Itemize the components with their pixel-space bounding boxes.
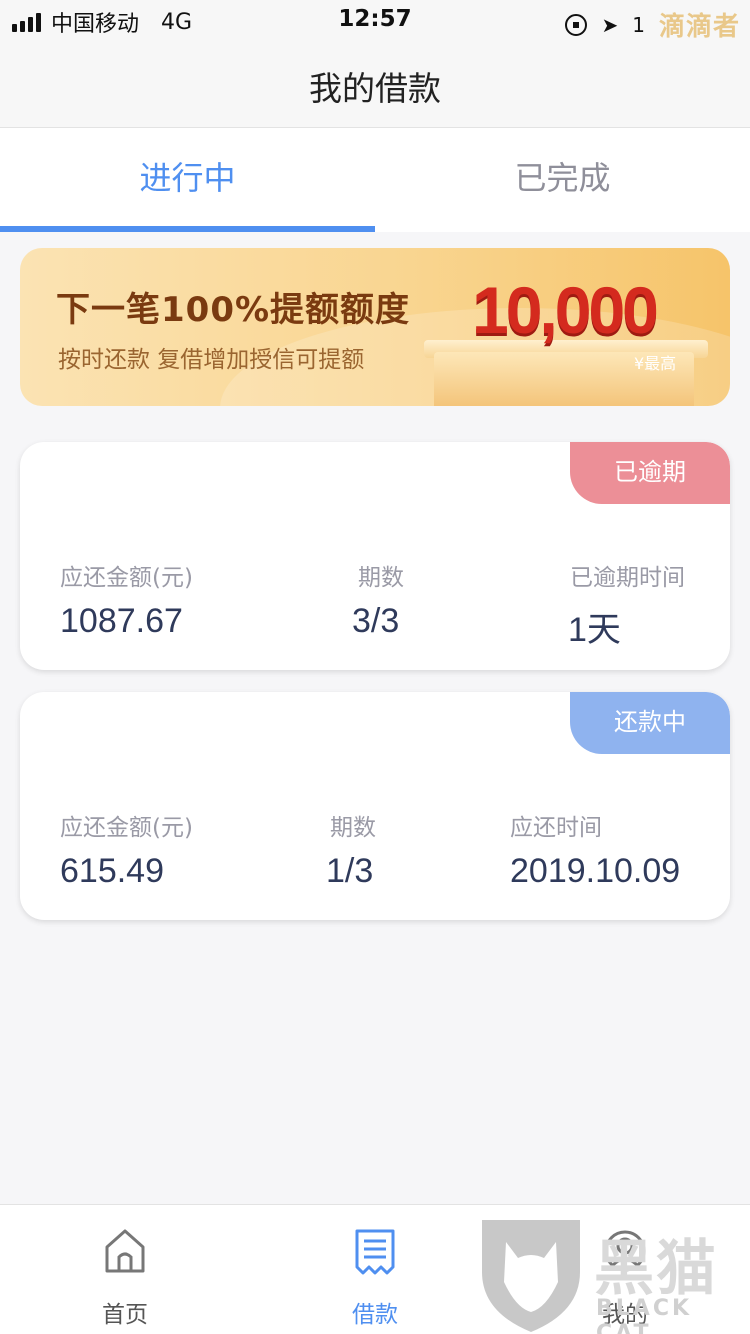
tab-indicator bbox=[0, 226, 375, 232]
overdue-time-label: 已逾期时间 bbox=[570, 565, 685, 591]
banner-subtitle: 按时还款 复借增加授信可提额 bbox=[58, 347, 365, 373]
page: 中国移动 4G 12:57 ➤ 1 滴滴者 我的借款 进行中 已完成 下一笔10… bbox=[0, 0, 750, 1334]
watermark-top: 滴滴者 bbox=[658, 12, 740, 42]
tab-in-progress[interactable]: 进行中 bbox=[0, 128, 375, 232]
black-cat-watermark: 黑猫 BLACK CAT bbox=[476, 1212, 750, 1334]
banner-amount: 10,000 bbox=[472, 273, 659, 347]
watermark-text: 黑猫 bbox=[594, 1234, 718, 1304]
status-right: ➤ 1 滴滴者 bbox=[565, 6, 740, 43]
battery-percent: 1 bbox=[632, 12, 645, 37]
amount-value: 1087.67 bbox=[60, 602, 183, 640]
tabbar-label-loans: 借款 bbox=[352, 1302, 398, 1328]
period-value: 3/3 bbox=[352, 602, 400, 640]
amount-value: 615.49 bbox=[60, 852, 164, 890]
promo-banner[interactable]: 下一笔100%提额额度 按时还款 复借增加授信可提额 10,000 ¥最高 bbox=[20, 248, 730, 406]
loan-card[interactable]: 已逾期 应还金额(元) 1087.67 期数 3/3 已逾期时间 1天 bbox=[20, 442, 730, 670]
amount-label: 应还金额(元) bbox=[60, 565, 193, 591]
banner-note: ¥最高 bbox=[634, 354, 677, 373]
loan-card[interactable]: 还款中 应还金额(元) 615.49 期数 1/3 应还时间 2019.10.0… bbox=[20, 692, 730, 920]
tab-completed[interactable]: 已完成 bbox=[375, 128, 750, 232]
bill-icon bbox=[355, 1229, 395, 1275]
due-date-value: 2019.10.09 bbox=[510, 852, 681, 890]
status-badge: 还款中 bbox=[570, 692, 730, 754]
period-label: 期数 bbox=[330, 815, 376, 841]
page-title: 我的借款 bbox=[309, 69, 441, 108]
home-icon bbox=[105, 1229, 145, 1273]
period-label: 期数 bbox=[358, 565, 404, 591]
watermark-sub: BLACK CAT bbox=[596, 1296, 693, 1334]
tabbar-label-home: 首页 bbox=[102, 1302, 148, 1328]
tab-bar-top: 进行中 已完成 bbox=[0, 128, 750, 232]
rotation-lock-icon bbox=[565, 13, 588, 36]
amount-label: 应还金额(元) bbox=[60, 815, 193, 841]
status-bar: 中国移动 4G 12:57 ➤ 1 滴滴者 bbox=[0, 0, 750, 42]
location-arrow-icon: ➤ bbox=[601, 12, 619, 37]
overdue-time-value: 1天 bbox=[568, 611, 621, 649]
due-date-label: 应还时间 bbox=[510, 815, 602, 841]
nav-bar: 我的借款 bbox=[0, 42, 750, 128]
status-badge: 已逾期 bbox=[570, 442, 730, 504]
period-value: 1/3 bbox=[326, 852, 374, 890]
banner-title: 下一笔100%提额额度 bbox=[56, 290, 411, 330]
cat-shield-logo bbox=[482, 1220, 580, 1332]
